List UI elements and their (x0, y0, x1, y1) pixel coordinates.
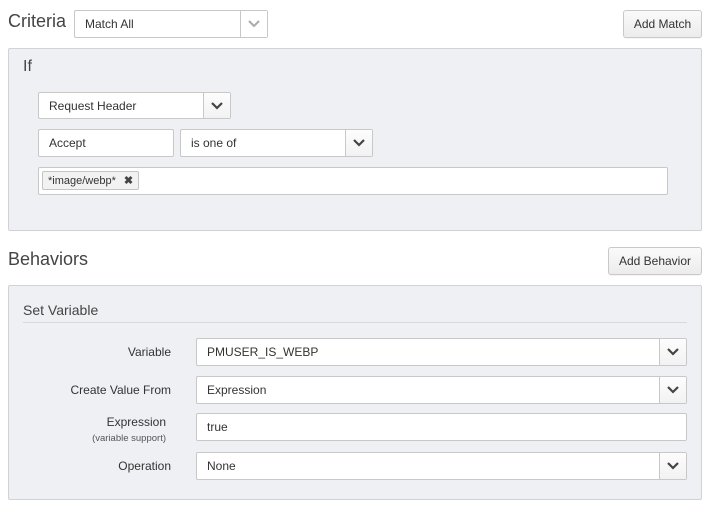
chevron-down-icon (659, 453, 686, 479)
variable-value: PMUSER_IS_WEBP (207, 345, 319, 359)
operation-label: Operation (118, 459, 171, 473)
operator-value: is one of (191, 136, 237, 150)
variable-label: Variable (127, 345, 171, 359)
operation-value: None (207, 459, 236, 473)
condition-type-select[interactable]: Request Header (38, 92, 231, 119)
remove-tag-icon[interactable]: ✖ (124, 174, 133, 187)
expression-label: Expression (106, 415, 166, 429)
operation-select[interactable]: None (196, 452, 687, 480)
create-value-from-value: Expression (207, 383, 267, 397)
create-value-from-label: Create Value From (70, 383, 171, 397)
variable-select[interactable]: PMUSER_IS_WEBP (196, 338, 687, 366)
header-name-input[interactable]: Accept (38, 129, 174, 157)
operator-select[interactable]: is one of (180, 129, 373, 157)
value-tag: *image/webp* ✖ (42, 171, 140, 190)
divider (23, 322, 687, 323)
condition-type-value: Request Header (49, 98, 137, 113)
expression-sublabel: (variable support) (92, 433, 166, 444)
expression-input[interactable]: true (196, 413, 687, 441)
criteria-title: Criteria (8, 11, 67, 31)
value-tag-text: *image/webp* (48, 174, 116, 187)
chevron-down-icon (659, 339, 686, 365)
add-behavior-button[interactable]: Add Behavior (608, 247, 702, 275)
set-variable-title: Set Variable (23, 302, 99, 318)
behaviors-title: Behaviors (8, 249, 89, 269)
if-title: If (23, 58, 32, 75)
match-mode-select[interactable]: Match All (74, 10, 268, 38)
chevron-down-icon (659, 377, 686, 403)
add-match-button[interactable]: Add Match (623, 10, 702, 38)
chevron-down-icon (240, 11, 267, 37)
chevron-down-icon (203, 93, 230, 118)
create-value-from-select[interactable]: Expression (196, 376, 687, 404)
chevron-down-icon (345, 130, 372, 156)
match-mode-value: Match All (85, 17, 134, 31)
